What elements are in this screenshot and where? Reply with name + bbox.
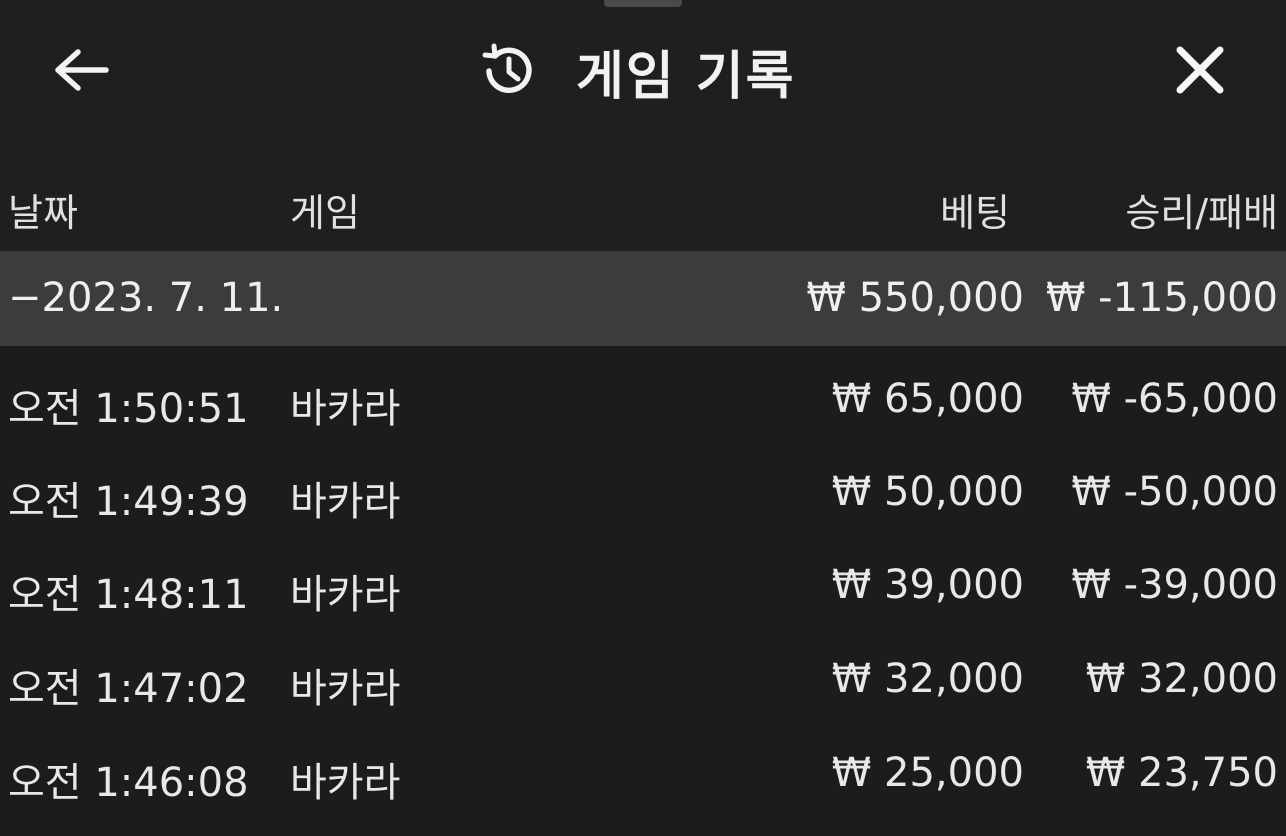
date-group-row[interactable]: −2023. 7. 11. ₩ 550,000 ₩ -115,000 — [0, 251, 1286, 346]
game-history-panel: 게임 기록 날짜 게임 베팅 승리/패배 −2023. 7. 11. ₩ 550… — [0, 0, 1286, 836]
row-game: 바카라 — [290, 666, 401, 712]
row-result: ₩ 23,750 — [1085, 750, 1278, 796]
row-time: 오전 1:48:11 — [8, 572, 249, 618]
row-result: ₩ 32,000 — [1085, 656, 1278, 702]
close-button[interactable] — [1168, 40, 1232, 104]
row-game: 바카라 — [290, 572, 401, 618]
row-game: 바카라 — [290, 386, 401, 432]
row-bet: ₩ 65,000 — [831, 376, 1024, 422]
row-bet: ₩ 50,000 — [831, 469, 1024, 515]
row-bet: ₩ 39,000 — [831, 562, 1024, 608]
row-result: ₩ -65,000 — [1071, 376, 1278, 422]
group-bet-total: ₩ 550,000 — [806, 275, 1024, 321]
arrow-left-icon — [54, 48, 110, 96]
row-result: ₩ -50,000 — [1071, 469, 1278, 515]
column-bet[interactable]: 베팅 — [940, 182, 1010, 237]
group-result-total: ₩ -115,000 — [1045, 275, 1278, 321]
column-date[interactable]: 날짜 — [8, 182, 78, 237]
table-row[interactable]: 오전 1:46:08 바카라 ₩ 25,000 ₩ 23,750 — [0, 720, 1286, 813]
row-bet: ₩ 32,000 — [831, 656, 1024, 702]
row-bet: ₩ 25,000 — [831, 750, 1024, 796]
row-game: 바카라 — [290, 479, 401, 525]
row-time: 오전 1:50:51 — [8, 386, 249, 432]
group-date: −2023. 7. 11. — [8, 275, 284, 321]
close-icon — [1174, 44, 1226, 100]
row-result: ₩ -39,000 — [1071, 562, 1278, 608]
column-header: 날짜 게임 베팅 승리/패배 — [0, 170, 1286, 242]
row-game: 바카라 — [290, 760, 401, 806]
table-row[interactable]: 오전 1:48:11 바카라 ₩ 39,000 ₩ -39,000 — [0, 532, 1286, 625]
history-icon — [478, 40, 540, 102]
history-list: 오전 1:50:51 바카라 ₩ 65,000 ₩ -65,000 오전 1:4… — [0, 346, 1286, 836]
header: 게임 기록 — [0, 0, 1286, 140]
table-row[interactable]: 오전 1:49:39 바카라 ₩ 50,000 ₩ -50,000 — [0, 439, 1286, 532]
column-result[interactable]: 승리/패배 — [1125, 182, 1278, 237]
row-time: 오전 1:46:08 — [8, 760, 249, 806]
table-row[interactable]: 오전 1:50:51 바카라 ₩ 65,000 ₩ -65,000 — [0, 346, 1286, 439]
page-title-wrap: 게임 기록 — [478, 36, 796, 107]
row-time: 오전 1:49:39 — [8, 479, 249, 525]
page-title: 게임 기록 — [576, 46, 796, 107]
row-time: 오전 1:47:02 — [8, 666, 249, 712]
back-button[interactable] — [50, 44, 114, 100]
table-row[interactable]: 오전 1:47:02 바카라 ₩ 32,000 ₩ 32,000 — [0, 626, 1286, 719]
column-game[interactable]: 게임 — [290, 182, 360, 237]
